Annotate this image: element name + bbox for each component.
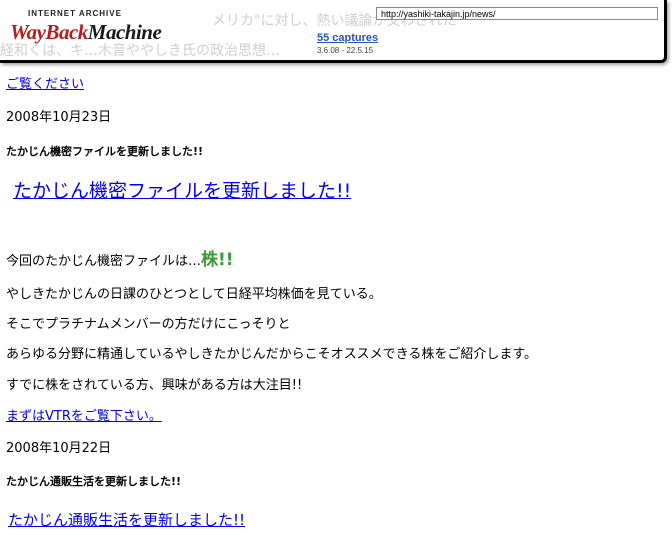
post-paragraph: そこでプラチナムメンバーの方だけにこっそりと	[6, 317, 291, 332]
logo-wayback-machine-text: WayBackMachine	[10, 20, 162, 44]
url-input[interactable]: http://yashiki-takajin.jp/news/	[376, 7, 658, 20]
post-date: 2008年10月23日	[6, 110, 112, 125]
post-title: たかじん通販生活を更新しました!!	[6, 475, 182, 488]
logo-internet-archive-text: INTERNET ARCHIVE	[28, 9, 122, 18]
view-link[interactable]: ご覧ください	[6, 73, 84, 92]
capture-date-range: 3.6.08 - 22.5.15	[317, 46, 374, 55]
highlight-text: 株!!	[201, 250, 234, 270]
post-paragraph: 今回のたかじん機密ファイルは…株!!	[6, 250, 234, 270]
post-date: 2008年10月22日	[6, 441, 112, 456]
post-link-secret-file[interactable]: たかじん機密ファイルを更新しました!!	[13, 176, 351, 203]
captures-link[interactable]: 55 captures	[317, 32, 378, 44]
post-paragraph: あらゆる分野に精通しているやしきたかじんだからこそオススメできる株をご紹介します…	[6, 347, 538, 362]
vtr-link[interactable]: まずはVTRをご覧下さい。	[6, 405, 162, 424]
post-paragraph: すでに株をされている方、興味がある方は大注目!!	[6, 378, 303, 393]
post-title: たかじん機密ファイルを更新しました!!	[6, 145, 204, 158]
wayback-logo[interactable]: INTERNET ARCHIVE WayBackMachine	[10, 9, 162, 47]
wayback-toolbar: メリカ"に対し、熱い議論が交わされた 経和くは、キ…木音ややしき氏の政治思想… …	[0, 0, 667, 63]
post-paragraph: やしきたかじんの日課のひとつとして日経平均株価を見ている。	[6, 287, 382, 302]
post-link-shopping-life[interactable]: たかじん通販生活を更新しました!!	[8, 509, 245, 530]
